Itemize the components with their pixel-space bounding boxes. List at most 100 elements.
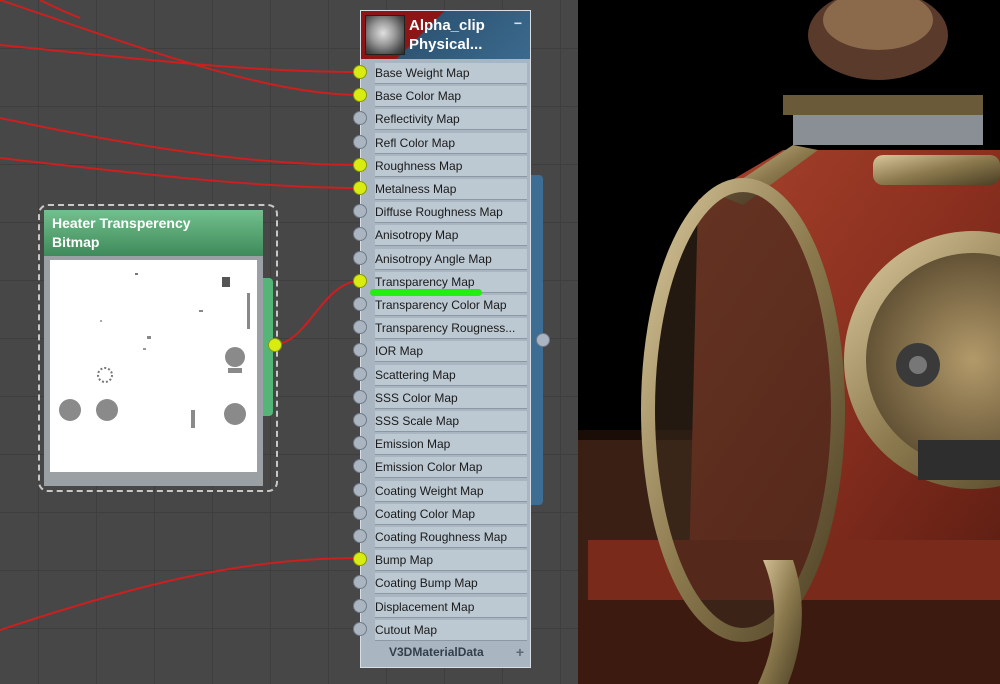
slot-label: SSS Scale Map	[375, 411, 527, 432]
bitmap-node[interactable]: Heater Transperency Bitmap	[44, 210, 263, 486]
material-node-header[interactable]: Alpha_clip Physical... −	[361, 11, 530, 59]
connection-wire[interactable]	[274, 279, 361, 346]
connection-wire[interactable]	[0, 44, 361, 73]
material-slot[interactable]: Base Weight Map	[353, 62, 530, 85]
slot-input-socket[interactable]	[353, 436, 367, 451]
slate-node-editor[interactable]: Heater Transperency Bitmap Alpha_clip Ph…	[0, 0, 578, 684]
material-slot[interactable]: Metalness Map	[353, 178, 530, 201]
material-slot[interactable]: Base Color Map	[353, 85, 530, 108]
material-slot[interactable]: Displacement Map	[353, 596, 530, 619]
slot-input-socket[interactable]	[353, 134, 367, 149]
slot-input-socket[interactable]	[353, 598, 367, 613]
slot-label: Coating Bump Map	[375, 573, 527, 595]
minus-icon[interactable]: −	[514, 15, 522, 31]
material-node-footer: V3DMaterialData +	[361, 641, 530, 663]
material-slot[interactable]: Bump Map	[353, 549, 530, 572]
material-slot[interactable]: IOR Map	[353, 340, 530, 363]
slot-label: Refl Color Map	[375, 132, 527, 154]
material-slot[interactable]: Transparency Color Map	[353, 294, 530, 317]
slot-input-socket[interactable]	[353, 343, 367, 358]
slot-label: Base Color Map	[375, 86, 527, 108]
material-slot[interactable]: Roughness Map	[353, 155, 530, 178]
footer-label: V3DMaterialData	[389, 645, 484, 659]
material-slot[interactable]: Scattering Map	[353, 364, 530, 387]
material-node-title: Alpha_clip	[409, 17, 485, 34]
slot-label: Coating Color Map	[375, 503, 527, 525]
slot-input-socket[interactable]	[353, 204, 367, 219]
slot-label: Displacement Map	[375, 596, 527, 618]
bitmap-node-subtitle: Bitmap	[52, 234, 100, 250]
connection-wire[interactable]	[0, 157, 361, 189]
slot-label: Metalness Map	[375, 179, 527, 200]
material-slot[interactable]: Coating Roughness Map	[353, 526, 530, 549]
slot-input-socket[interactable]	[353, 621, 367, 636]
material-slot[interactable]: Cutout Map	[353, 619, 530, 642]
slot-input-socket[interactable]	[353, 181, 367, 195]
material-slot[interactable]: Coating Bump Map	[353, 572, 530, 595]
alpha-mask-preview	[59, 273, 250, 428]
slot-label: Coating Roughness Map	[375, 527, 527, 548]
bitmap-node-title: Heater Transperency	[52, 215, 191, 231]
rendered-heater-model	[578, 0, 1000, 684]
material-slot[interactable]: Coating Weight Map	[353, 480, 530, 503]
slot-label: Reflectivity Map	[375, 109, 527, 131]
slot-label: Emission Color Map	[375, 457, 527, 479]
physical-material-node[interactable]: Alpha_clip Physical... − Base Weight Map…	[353, 10, 531, 668]
material-slot[interactable]: Transparency Rougness...	[353, 317, 530, 340]
material-slot[interactable]: Anisotropy Angle Map	[353, 248, 530, 271]
plus-icon[interactable]: +	[516, 641, 524, 663]
slot-label: SSS Color Map	[375, 387, 527, 409]
slot-input-socket[interactable]	[353, 320, 367, 335]
slot-input-socket[interactable]	[353, 389, 367, 404]
sphere-thumbnail-icon	[365, 15, 405, 55]
material-slot[interactable]: Reflectivity Map	[353, 108, 530, 131]
material-slot[interactable]: Diffuse Roughness Map	[353, 201, 530, 224]
3d-viewport[interactable]	[578, 0, 1000, 684]
slot-input-socket[interactable]	[353, 111, 367, 126]
slot-label: Scattering Map	[375, 364, 527, 386]
slot-label: IOR Map	[375, 341, 527, 363]
slot-label: Cutout Map	[375, 619, 527, 641]
slot-label: Transparency Color Map	[375, 295, 527, 316]
slot-input-socket[interactable]	[353, 157, 367, 172]
slot-input-socket[interactable]	[353, 227, 367, 242]
connection-wire[interactable]	[0, 117, 361, 166]
material-output-socket[interactable]	[536, 333, 550, 347]
slot-label: Anisotropy Angle Map	[375, 248, 527, 270]
slot-input-socket[interactable]	[353, 482, 367, 497]
bitmap-preview-image	[50, 260, 257, 472]
material-slot[interactable]: Emission Color Map	[353, 456, 530, 479]
material-slot[interactable]: SSS Scale Map	[353, 410, 530, 433]
slot-input-socket[interactable]	[353, 552, 367, 567]
connection-wire[interactable]	[0, 0, 361, 96]
slot-input-socket[interactable]	[353, 273, 367, 288]
slot-input-socket[interactable]	[353, 297, 367, 311]
material-slot[interactable]: SSS Color Map	[353, 387, 530, 410]
slot-label: Diffuse Roughness Map	[375, 202, 527, 224]
slot-input-socket[interactable]	[353, 88, 367, 103]
slot-label: Anisotropy Map	[375, 225, 527, 247]
material-slot[interactable]: Anisotropy Map	[353, 224, 530, 247]
slot-input-socket[interactable]	[353, 65, 367, 79]
slot-input-socket[interactable]	[353, 575, 367, 590]
slot-label: Base Weight Map	[375, 63, 527, 84]
material-node-type: Physical...	[409, 36, 483, 53]
slot-label: Emission Map	[375, 434, 527, 456]
bitmap-node-header[interactable]: Heater Transperency Bitmap	[44, 210, 263, 256]
slot-label: Bump Map	[375, 550, 527, 572]
material-slot[interactable]: Coating Color Map	[353, 503, 530, 526]
slot-label: Transparency Rougness...	[375, 318, 527, 340]
slot-label: Coating Weight Map	[375, 480, 527, 502]
slot-input-socket[interactable]	[353, 413, 367, 427]
connection-wire[interactable]	[0, 557, 361, 631]
highlight-underline	[370, 289, 482, 296]
bitmap-output-socket[interactable]	[268, 338, 282, 352]
slot-input-socket[interactable]	[353, 366, 367, 381]
material-slot[interactable]: Refl Color Map	[353, 132, 530, 155]
material-slot[interactable]: Emission Map	[353, 433, 530, 456]
slot-input-socket[interactable]	[353, 250, 367, 265]
slot-label: Roughness Map	[375, 155, 527, 177]
slot-input-socket[interactable]	[353, 459, 367, 474]
slot-input-socket[interactable]	[353, 529, 367, 543]
slot-input-socket[interactable]	[353, 505, 367, 520]
